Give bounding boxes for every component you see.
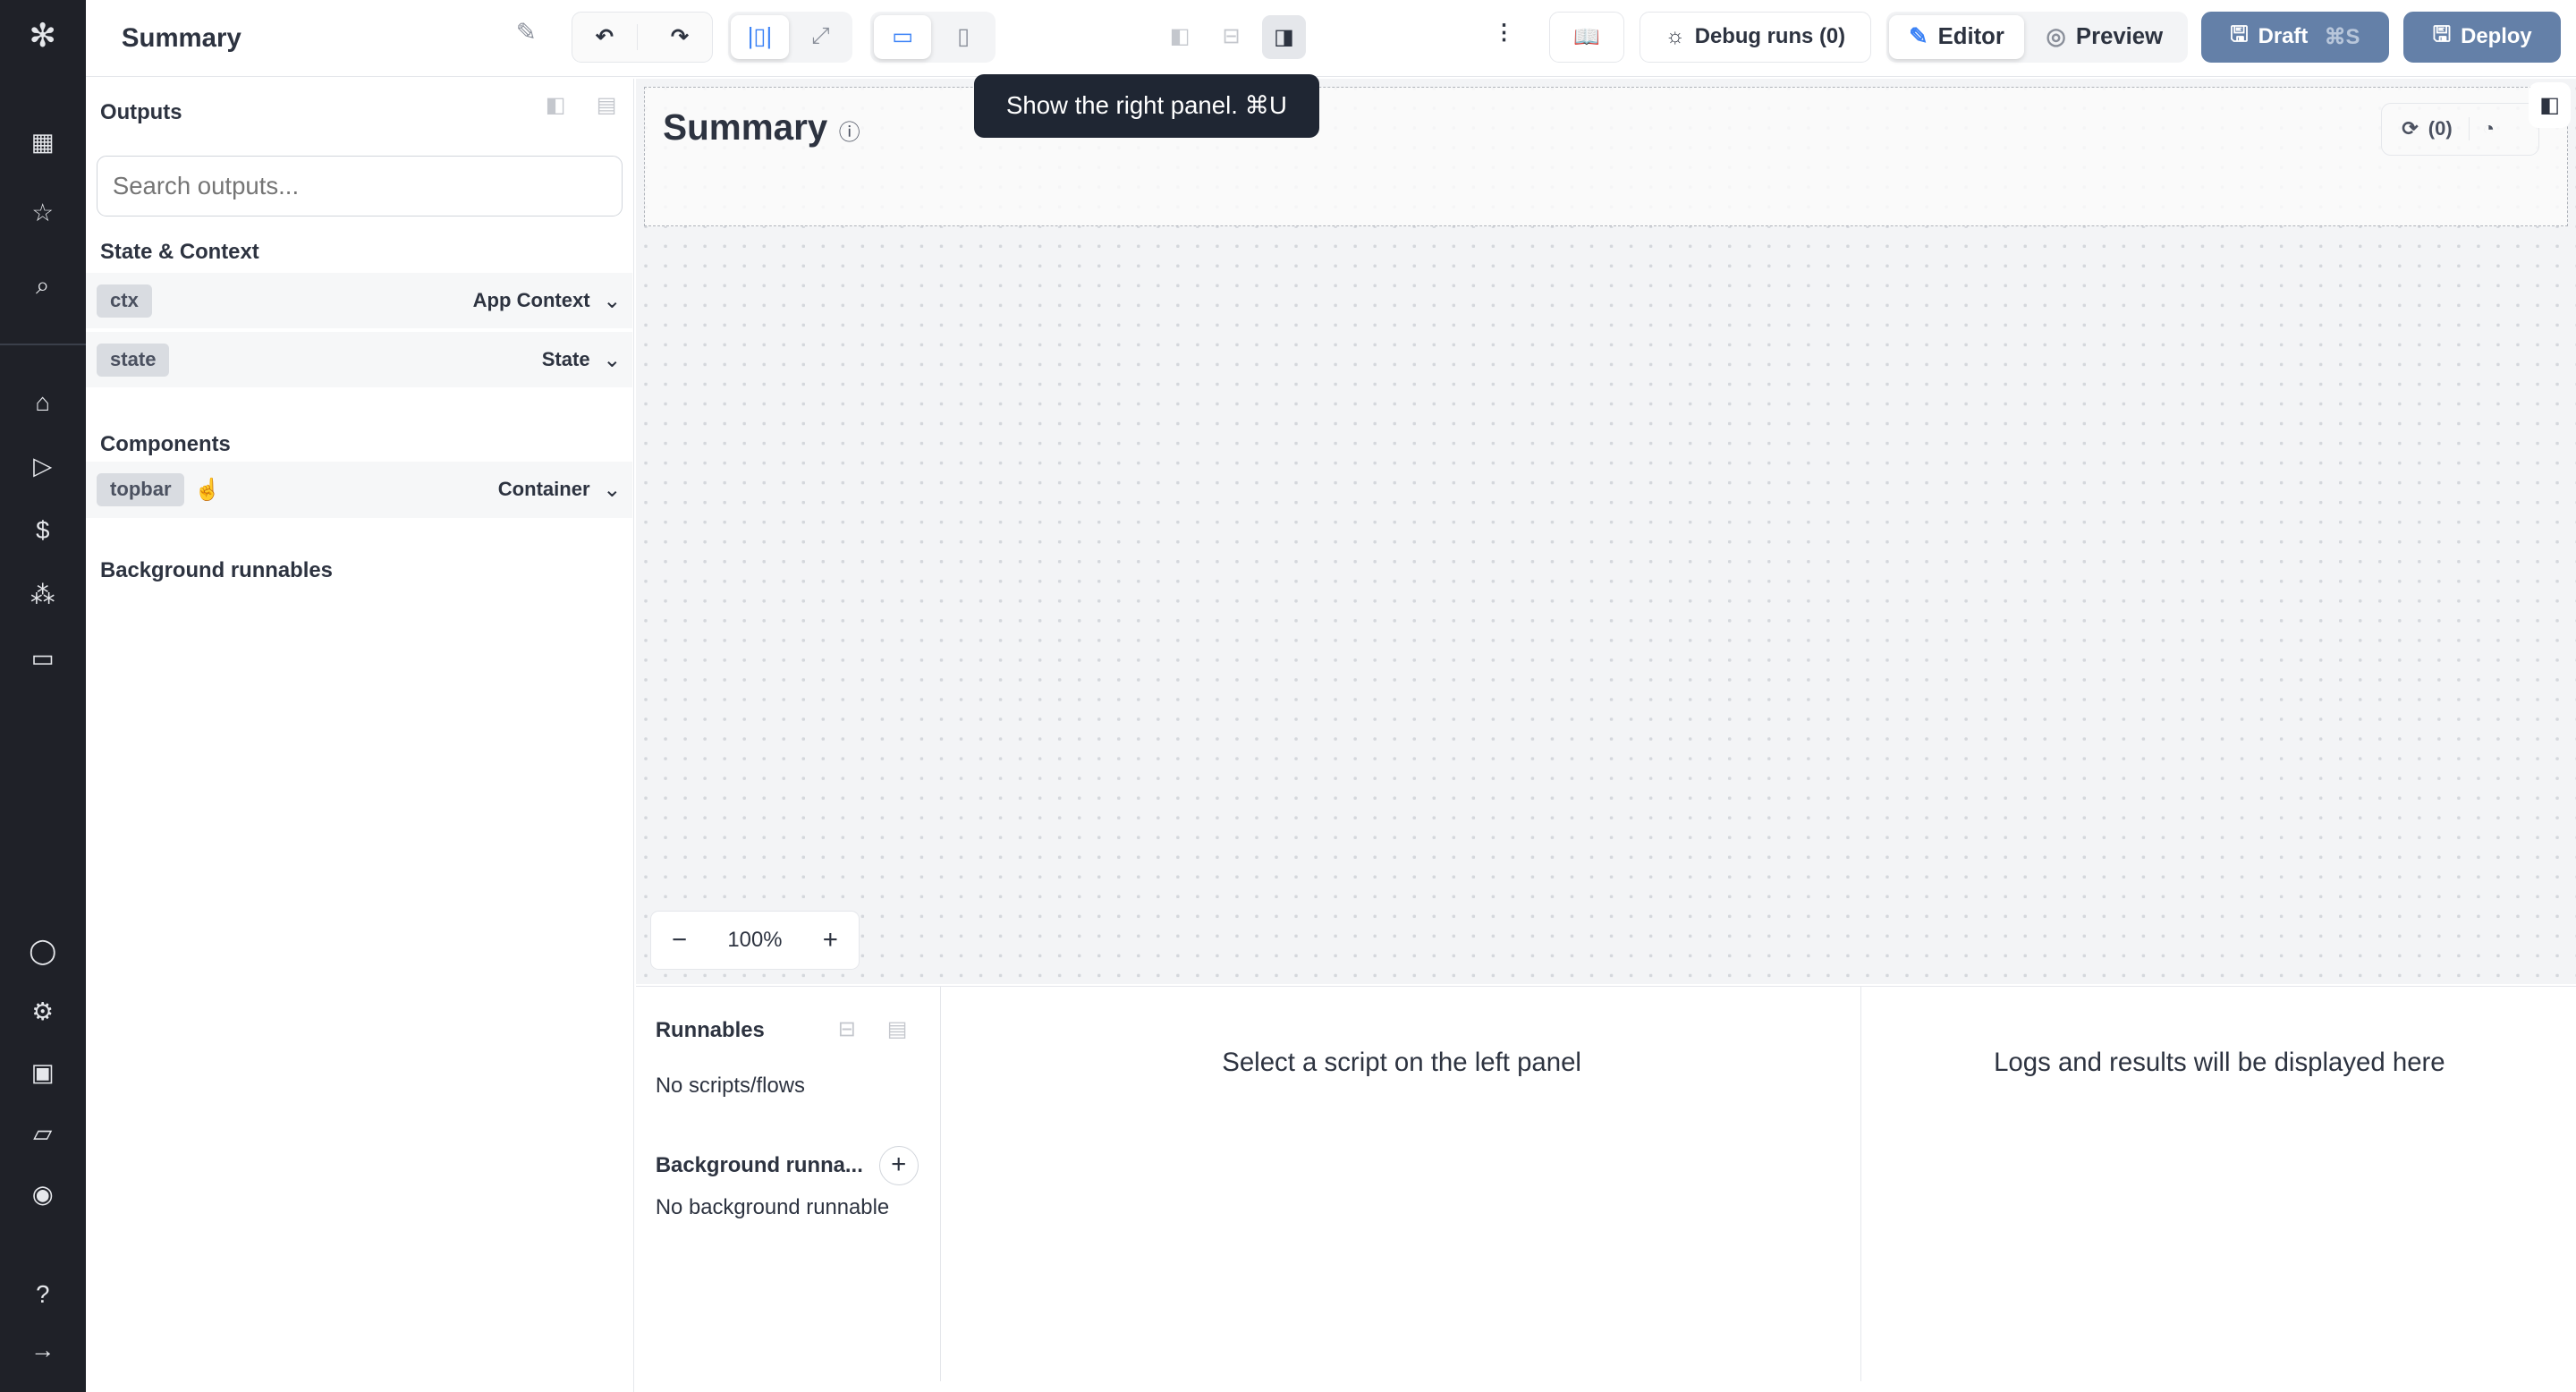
- summary-heading: Summary: [663, 106, 828, 148]
- add-background-runnable-button[interactable]: +: [878, 1146, 919, 1186]
- debug-runs-label: Debug runs (0): [1694, 24, 1846, 49]
- save-icon: 🖫: [2432, 21, 2452, 47]
- collapse-panel-icon[interactable]: ◧: [546, 92, 566, 118]
- bot-icon[interactable]: ▣: [26, 1057, 59, 1090]
- resources-icon[interactable]: ⁂: [26, 579, 59, 612]
- refresh-icon[interactable]: ⟳: [2382, 117, 2428, 140]
- search-icon[interactable]: ⌕: [26, 269, 59, 302]
- mode-toggle: ✎ Editor ◎ Preview: [1885, 11, 2189, 63]
- components-section-title: Components: [100, 432, 231, 457]
- zoom-level: 100%: [727, 927, 783, 952]
- zoom-control: − 100% +: [650, 910, 860, 970]
- chevron-down-icon[interactable]: ⌄: [603, 288, 621, 314]
- no-scripts-text: No scripts/flows: [655, 1074, 805, 1099]
- mobile-icon[interactable]: ▯: [935, 15, 992, 60]
- output-row-state[interactable]: state State ⌄: [85, 332, 633, 388]
- star-icon[interactable]: ☆: [26, 197, 59, 230]
- preview-tab[interactable]: ◎ Preview: [2027, 15, 2182, 60]
- laptop-icon[interactable]: ▭: [874, 14, 932, 60]
- eye-icon: ◎: [2046, 24, 2066, 50]
- info-icon: ⓘ: [838, 120, 860, 145]
- logs-placeholder: Logs and results will be displayed here: [1994, 1047, 2445, 1077]
- fit-width-icon[interactable]: |▯|: [731, 14, 789, 60]
- draft-button[interactable]: 🖫 Draft ⌘S: [2201, 11, 2389, 63]
- eye-icon[interactable]: ◉: [26, 1178, 59, 1211]
- calendar-icon[interactable]: ▭: [26, 642, 59, 675]
- runnables-title: Runnables: [655, 1017, 765, 1042]
- settings-icon[interactable]: ⚙: [26, 996, 59, 1029]
- refresh-controls: ⟳ (0) ◔: [2381, 102, 2539, 156]
- state-section-title: State & Context: [100, 240, 259, 265]
- right-panel-icon[interactable]: ◨: [1261, 14, 1307, 60]
- app-title[interactable]: Summary: [122, 23, 242, 54]
- help-icon[interactable]: ?: [26, 1278, 59, 1311]
- dollar-icon[interactable]: $: [26, 514, 59, 547]
- logo-icon[interactable]: ✻: [26, 19, 59, 53]
- hand-pointer-icon: ☝: [194, 477, 221, 502]
- more-menu-icon[interactable]: ⋮: [1494, 20, 1515, 46]
- left-panel-icon[interactable]: ◧: [1170, 23, 1191, 49]
- zoom-out-icon[interactable]: −: [672, 925, 687, 955]
- script-editor-placeholder: Select a script on the left panel: [943, 987, 1861, 1381]
- tooltip: Show the right panel. ⌘U: [974, 73, 1319, 139]
- collapse-icon[interactable]: ⊟: [838, 1016, 856, 1042]
- pencil-icon: ✎: [1909, 24, 1928, 50]
- bottom-panel: Runnables ⊟ ▤ No scripts/flows Backgroun…: [635, 986, 2576, 1392]
- topbar-container[interactable]: Summary ⓘ ⟳ (0) ◔: [643, 87, 2568, 227]
- zoom-in-icon[interactable]: +: [823, 925, 838, 955]
- nav-sidebar: ✻ ▦ ☆ ⌕ ⌂ ▷ $ ⁂ ▭ ◯ ⚙ ▣ ▱ ◉ ? →: [0, 0, 86, 1392]
- runnables-list: Runnables ⊟ ▤ No scripts/flows Backgroun…: [636, 987, 942, 1381]
- folder-icon[interactable]: ▱: [26, 1117, 59, 1150]
- draft-shortcut: ⌘S: [2324, 24, 2360, 49]
- output-row-ctx[interactable]: ctx App Context ⌄: [85, 272, 633, 329]
- width-toggle: |▯| ⤢: [727, 11, 853, 63]
- background-section-title: Background runnables: [100, 558, 333, 583]
- bug-icon: ☼: [1665, 24, 1685, 49]
- no-background-text: No background runnable: [655, 1195, 890, 1220]
- undo-icon[interactable]: ↶: [572, 23, 638, 50]
- device-toggle: ▭ ▯: [870, 11, 996, 63]
- editor-tab[interactable]: ✎ Editor: [1889, 14, 2024, 60]
- chevron-down-icon[interactable]: ⌄: [603, 347, 621, 373]
- save-icon: 🖫: [2230, 21, 2249, 47]
- search-outputs-input[interactable]: [97, 156, 623, 217]
- docs-button[interactable]: 📖: [1548, 11, 1625, 63]
- building-icon[interactable]: ▦: [26, 126, 59, 159]
- edit-title-icon[interactable]: ✎: [516, 18, 537, 47]
- fullscreen-icon[interactable]: ⤢: [792, 15, 849, 60]
- bottom-panel-icon[interactable]: ⊟: [1222, 23, 1240, 49]
- play-icon[interactable]: ▷: [26, 450, 59, 483]
- book-icon: 📖: [1573, 24, 1601, 49]
- output-row-topbar[interactable]: topbar ☝ Container ⌄: [85, 462, 633, 518]
- top-toolbar: Summary ✎ ↶ ↷ |▯| ⤢ ▭ ▯ ◧ ⊟ ◨ ⋮ 📖 ☼ Debug…: [85, 0, 2576, 78]
- app-canvas: Summary ⓘ ⟳ (0) ◔ ◧ − 100% +: [635, 79, 2576, 985]
- chevron-down-icon[interactable]: ⌄: [603, 477, 621, 503]
- debug-runs-button[interactable]: ☼ Debug runs (0): [1640, 11, 1871, 63]
- show-right-panel-icon[interactable]: ◧: [2528, 81, 2572, 129]
- outputs-title: Outputs: [100, 100, 182, 125]
- timer-icon[interactable]: ◔: [2470, 117, 2495, 140]
- background-runnables-title: Background runna...: [655, 1152, 863, 1177]
- redo-icon[interactable]: ↷: [648, 24, 712, 50]
- layout-icon[interactable]: ▤: [887, 1016, 908, 1042]
- expand-icon[interactable]: →: [26, 1334, 59, 1367]
- undo-redo-group: ↶ ↷: [572, 11, 714, 63]
- outputs-panel: Outputs ◧ ▤ State & Context ctxApp Conte…: [85, 79, 634, 1392]
- deploy-button[interactable]: 🖫 Deploy: [2403, 11, 2562, 63]
- home-icon[interactable]: ⌂: [26, 386, 59, 420]
- user-icon[interactable]: ◯: [26, 935, 59, 968]
- panel-layout-icon[interactable]: ▤: [597, 92, 617, 118]
